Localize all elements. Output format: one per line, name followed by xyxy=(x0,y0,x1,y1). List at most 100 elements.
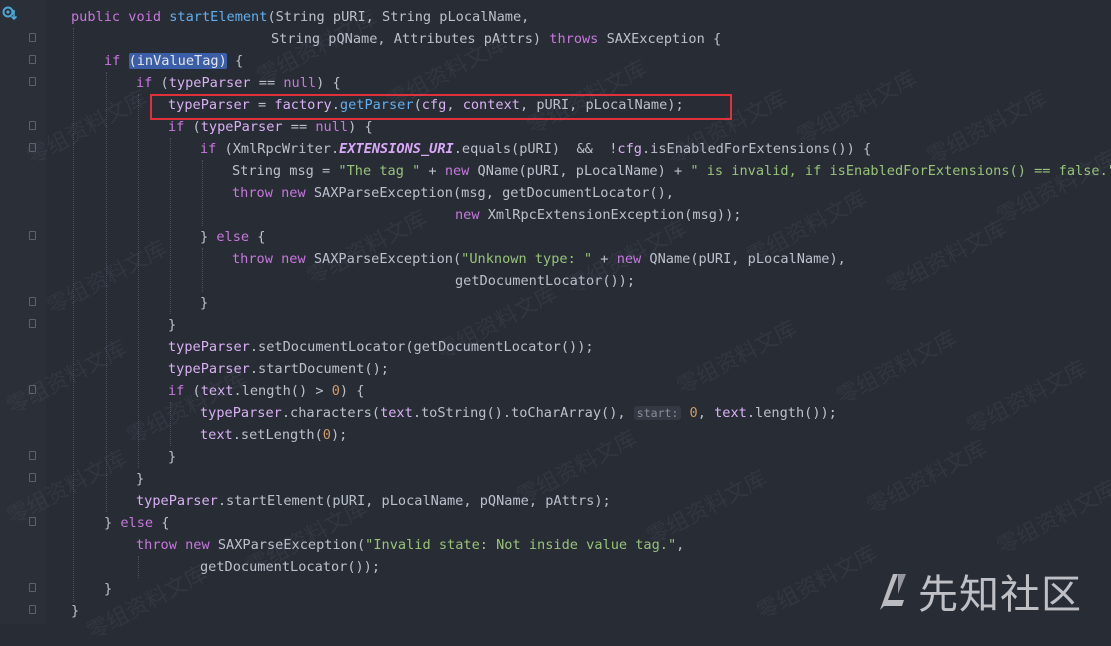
code-line[interactable]: } xyxy=(136,468,144,490)
indent-guide xyxy=(170,402,171,446)
fold-marker[interactable] xyxy=(29,583,36,592)
code-token: "The tag " xyxy=(338,163,421,179)
fold-marker[interactable] xyxy=(29,77,36,86)
code-line[interactable]: } else { xyxy=(200,226,266,248)
code-line[interactable]: String pQName, Attributes pAttrs) throws… xyxy=(271,28,721,50)
code-token: new xyxy=(281,185,306,201)
xianzhi-logo-icon xyxy=(880,574,906,610)
code-line[interactable]: } xyxy=(168,446,176,468)
code-line[interactable]: typeParser.startElement(pURI, pLocalName… xyxy=(136,490,611,512)
watermark: 零组资料文库 xyxy=(833,326,962,411)
code-token: new xyxy=(281,251,306,267)
highlighted-token[interactable]: (inValueTag) xyxy=(128,53,227,69)
code-line[interactable]: getDocumentLocator()); xyxy=(200,556,380,578)
code-line[interactable]: getDocumentLocator()); xyxy=(455,270,635,292)
code-token: public void xyxy=(71,9,162,25)
indent-guide xyxy=(138,94,139,468)
code-token: throw xyxy=(136,537,177,553)
code-token: SAXException { xyxy=(606,31,722,47)
fold-marker[interactable] xyxy=(29,473,36,482)
parameter-hint: start: xyxy=(633,406,682,420)
fold-marker[interactable] xyxy=(29,231,36,240)
fold-marker[interactable] xyxy=(29,143,36,152)
code-token: new xyxy=(616,251,642,267)
watermark: 零组资料文库 xyxy=(303,206,432,291)
indent-guide xyxy=(170,138,171,314)
brand-logo: 先知社区 xyxy=(876,566,1082,618)
code-line[interactable]: typeParser.setDocumentLocator(getDocumen… xyxy=(168,336,594,358)
code-token: if xyxy=(136,75,153,91)
code-line[interactable]: throw new SAXParseException("Unknown typ… xyxy=(232,248,846,270)
code-token: EXTENSIONS_URI xyxy=(339,141,454,157)
code-token: new xyxy=(455,207,480,223)
code-token: typeParser xyxy=(168,361,250,377)
override-method-icon[interactable] xyxy=(2,6,18,22)
code-line[interactable]: if (typeParser == null) { xyxy=(136,72,341,94)
brand-text: 先知社区 xyxy=(918,572,1082,618)
code-token: if xyxy=(168,383,185,399)
code-token: if xyxy=(104,53,121,69)
code-line[interactable]: String msg = "The tag " + new QName(pURI… xyxy=(232,160,1111,182)
code-token: else xyxy=(216,229,250,245)
fold-marker[interactable] xyxy=(29,319,36,328)
watermark: 零组资料文库 xyxy=(883,216,1012,301)
fold-marker[interactable] xyxy=(29,33,36,42)
code-token: " is invalid, if isEnabledForExtensions(… xyxy=(690,163,1111,179)
code-token: text xyxy=(200,383,234,399)
watermark: 零组资料文库 xyxy=(673,316,802,401)
code-token: 0 xyxy=(331,383,340,399)
code-token: if xyxy=(168,119,185,135)
code-token: "Unknown type: " xyxy=(461,251,593,267)
code-token: text xyxy=(200,427,233,443)
code-token: cfg xyxy=(617,141,642,157)
code-token: text xyxy=(380,405,413,421)
code-line[interactable]: typeParser.characters(text.toString().to… xyxy=(200,402,837,424)
code-token: new xyxy=(444,163,470,179)
code-line[interactable]: public void startElement(String pURI, St… xyxy=(71,6,529,28)
watermark: 零组资料文库 xyxy=(923,86,1052,171)
code-token: typeParser xyxy=(200,405,282,421)
code-line[interactable]: text.setLength(0); xyxy=(200,424,347,446)
code-token: String pQName, Attributes pAttrs) xyxy=(271,31,542,47)
code-token: null xyxy=(315,119,349,135)
code-line[interactable]: } xyxy=(71,600,79,622)
annotation-highlight-box xyxy=(150,94,732,120)
indent-guide xyxy=(202,248,203,292)
code-line[interactable]: } else { xyxy=(104,512,170,534)
code-token: inValueTag xyxy=(136,53,219,69)
code-token: typeParser xyxy=(168,75,251,91)
fold-marker[interactable] xyxy=(29,451,36,460)
code-token: 0 xyxy=(322,427,331,443)
code-token: throw xyxy=(232,251,273,267)
code-line[interactable]: new XmlRpcExtensionException(msg)); xyxy=(455,204,741,226)
code-token: "Invalid state: Not inside value tag." xyxy=(365,537,677,553)
code-line[interactable]: if (XmlRpcWriter.EXTENSIONS_URI.equals(p… xyxy=(200,138,871,160)
watermark: 零组资料文库 xyxy=(83,561,212,646)
fold-marker[interactable] xyxy=(29,121,36,130)
indent-guide xyxy=(106,72,107,512)
code-token: typeParser xyxy=(200,119,283,135)
fold-marker[interactable] xyxy=(29,297,36,306)
code-token: throws xyxy=(549,31,599,47)
watermark: 零组资料文库 xyxy=(753,541,882,626)
code-token: (String pURI, String pLocalName, xyxy=(267,9,530,25)
code-line[interactable]: if (text.length() > 0) { xyxy=(168,380,364,402)
code-line[interactable]: typeParser.startDocument(); xyxy=(168,358,389,380)
fold-marker[interactable] xyxy=(29,385,36,394)
code-line[interactable]: } xyxy=(200,292,208,314)
code-editor[interactable]: public void startElement(String pURI, St… xyxy=(0,0,1111,645)
code-line[interactable]: } xyxy=(104,578,112,600)
fold-marker[interactable] xyxy=(29,517,36,526)
fold-marker[interactable] xyxy=(29,55,36,64)
code-token: if xyxy=(200,141,217,157)
code-token: text xyxy=(714,405,747,421)
code-line[interactable]: throw new SAXParseException("Invalid sta… xyxy=(136,534,684,556)
code-line[interactable]: if (inValueTag) { xyxy=(104,50,243,72)
indent-guide xyxy=(138,556,139,578)
code-token: throw xyxy=(232,185,273,201)
code-line[interactable]: } xyxy=(168,314,176,336)
fold-marker[interactable] xyxy=(29,605,36,614)
indent-guide xyxy=(73,28,74,602)
code-token: else xyxy=(120,515,154,531)
code-line[interactable]: throw new SAXParseException(msg, getDocu… xyxy=(232,182,674,204)
